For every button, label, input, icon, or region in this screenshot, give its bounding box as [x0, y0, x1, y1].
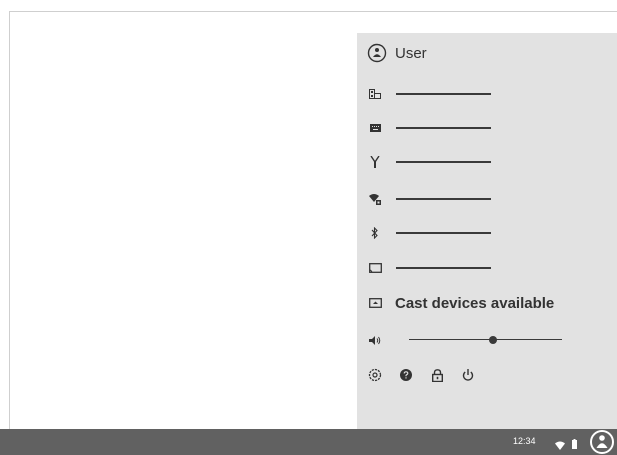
- clock[interactable]: 12:34: [513, 436, 536, 446]
- user-row[interactable]: User: [367, 42, 427, 64]
- battery-icon[interactable]: [572, 436, 577, 454]
- bluetooth-row[interactable]: [367, 222, 491, 244]
- volume-slider[interactable]: [409, 339, 562, 341]
- display-status-line: [396, 267, 491, 269]
- display-icon: [367, 260, 383, 276]
- cast-icon: [367, 295, 383, 311]
- keyboard-row[interactable]: [367, 117, 491, 139]
- wifi-row[interactable]: [367, 188, 491, 210]
- power-icon[interactable]: [460, 367, 476, 383]
- network-row[interactable]: [367, 83, 491, 105]
- user-avatar-icon: [367, 43, 387, 63]
- network-icon: [367, 86, 383, 102]
- wifi-status-icon[interactable]: [555, 437, 565, 455]
- volume-icon[interactable]: [367, 332, 383, 348]
- wifi-lock-icon: [367, 191, 383, 207]
- cast-label: Cast devices available: [395, 294, 555, 312]
- settings-icon[interactable]: [367, 367, 383, 383]
- keyboard-icon: [367, 120, 383, 136]
- bluetooth-status-line: [396, 232, 491, 234]
- volume-slider-thumb[interactable]: [489, 336, 498, 344]
- antenna-status-line: [396, 161, 491, 163]
- keyboard-status-line: [396, 127, 491, 129]
- tray-bottom-actions: [367, 367, 491, 383]
- cast-row[interactable]: Cast devices available: [367, 292, 554, 314]
- shelf-user-avatar-icon[interactable]: [590, 430, 614, 454]
- lock-icon[interactable]: [429, 367, 445, 383]
- shelf: 12:34: [0, 429, 617, 455]
- wifi-status-line: [396, 198, 491, 200]
- antenna-icon: [367, 154, 383, 170]
- display-row[interactable]: [367, 257, 491, 279]
- antenna-row[interactable]: [367, 151, 491, 173]
- volume-row: [367, 329, 607, 351]
- bluetooth-icon: [367, 225, 383, 241]
- help-icon[interactable]: [398, 367, 414, 383]
- system-tray-menu: User Cast devices available: [357, 33, 617, 429]
- network-status-line: [396, 93, 491, 95]
- user-name: User: [395, 44, 427, 62]
